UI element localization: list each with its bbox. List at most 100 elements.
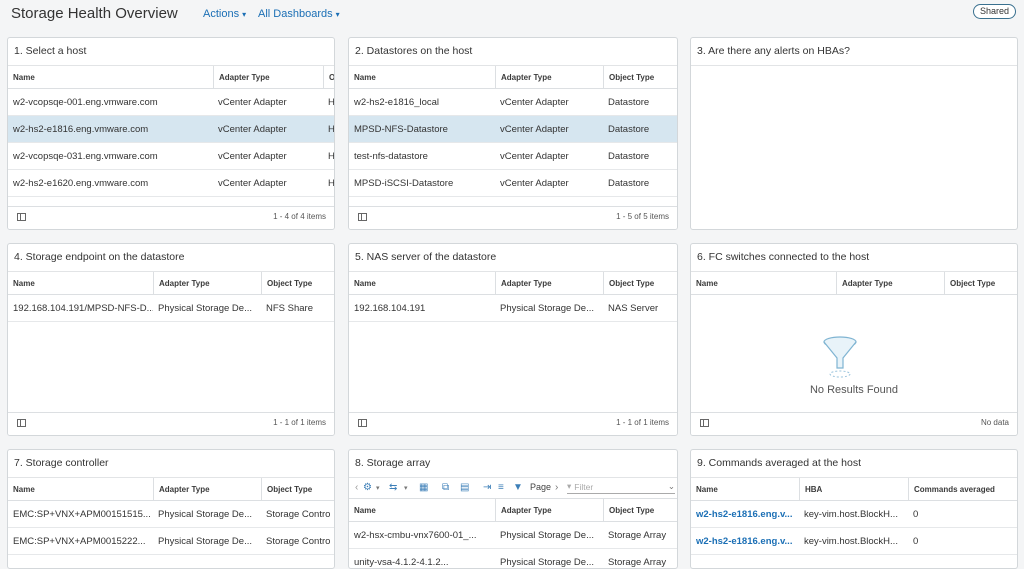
empty-state-text: No Results Found	[809, 384, 899, 396]
panel-storage-controller: 7. Storage controller Name Adapter Type …	[7, 449, 335, 569]
column-toggle-icon[interactable]	[17, 213, 26, 221]
table-row[interactable]: w2-hsx-cmbu-vnx7600-01_... Physical Stor…	[349, 522, 677, 549]
panel-storage-array: 8. Storage array ‹ ⚙ ▾ ⇆ ▾ ▦ ⧉ ▤ ⇥ ≡ ▼ P…	[348, 449, 678, 569]
column-header-adapter-type[interactable]: Adapter Type	[836, 272, 944, 294]
panel-commands-averaged: 9. Commands averaged at the host Name HB…	[690, 449, 1018, 569]
column-header-object-type[interactable]: Object Type	[261, 478, 334, 500]
column-header-object-type[interactable]: Object Type	[603, 272, 677, 294]
copy-icon[interactable]: ⧉	[442, 482, 449, 493]
chevron-down-icon[interactable]: ▾	[376, 484, 380, 492]
panel-hba-alerts: 3. Are there any alerts on HBAs?	[690, 37, 1018, 230]
table-row-selected[interactable]: MPSD-NFS-Datastore vCenter Adapter Datas…	[349, 116, 677, 143]
column-header-adapter-type[interactable]: Adapter Type	[495, 272, 603, 294]
cell-adapter-type: vCenter Adapter	[500, 150, 569, 162]
cell-adapter-type: vCenter Adapter	[500, 177, 569, 189]
chevron-left-icon[interactable]: ‹	[355, 482, 358, 493]
column-header-name[interactable]: Name	[8, 272, 153, 294]
panel-storage-endpoint: 4. Storage endpoint on the datastore Nam…	[7, 243, 335, 436]
cell-object-type: H	[328, 96, 335, 108]
table-row-selected[interactable]: w2-hs2-e1816.eng.vmware.com vCenter Adap…	[8, 116, 334, 143]
table-row[interactable]: w2-vcopsqe-031.eng.vmware.com vCenter Ad…	[8, 143, 334, 170]
dashboard-icon[interactable]: ▦	[419, 482, 428, 493]
cell-name: w2-hs2-e1816.eng.vmware.com	[13, 123, 149, 135]
controller-grid: Name Adapter Type Object Type EMC:SP+VNX…	[8, 478, 334, 555]
column-header-object-type[interactable]: Object Type	[944, 272, 1017, 294]
filter-icon[interactable]: ▼	[513, 482, 523, 493]
cell-name: w2-hs2-e1620.eng.vmware.com	[13, 177, 149, 189]
host-link[interactable]: w2-hs2-e1816.eng.v...	[691, 528, 799, 554]
chevron-down-icon[interactable]: ▾	[404, 484, 408, 492]
chevron-down-icon: ▾	[242, 10, 247, 19]
column-header-object-type[interactable]: Object Type	[261, 272, 334, 294]
panel-title: 2. Datastores on the host	[355, 45, 473, 57]
stack-icon[interactable]: ≡	[498, 482, 504, 493]
cell-commands-averaged: 0	[913, 508, 919, 520]
cell-adapter-type: vCenter Adapter	[218, 123, 287, 135]
column-header-adapter-type[interactable]: Adapter Type	[153, 272, 261, 294]
column-header-adapter-type[interactable]: Adapter Type	[213, 66, 323, 88]
cell-name: test-nfs-datastore	[354, 150, 428, 162]
table-row[interactable]: EMC:SP+VNX+APM0015222... Physical Storag…	[8, 528, 334, 555]
column-header-commands-averaged[interactable]: Commands averaged	[908, 478, 1017, 500]
column-header-hba[interactable]: HBA	[799, 478, 908, 500]
column-header-adapter-type[interactable]: Adapter Type	[495, 66, 603, 88]
cell-name: unity-vsa-4.1.2-4.1.2...	[354, 556, 449, 568]
column-header-object-type[interactable]: Object Type	[603, 66, 677, 88]
table-row[interactable]: w2-hs2-e1816_local vCenter Adapter Datas…	[349, 89, 677, 116]
column-header-name[interactable]: Name	[8, 66, 213, 88]
column-toggle-icon[interactable]	[358, 419, 367, 427]
column-header-name[interactable]: Name	[349, 499, 495, 521]
column-header-name[interactable]: Name	[8, 478, 153, 500]
cell-object-type: Datastore	[608, 177, 650, 189]
column-header-object-type[interactable]: O	[323, 66, 334, 88]
item-count: 1 - 1 of 1 items	[616, 418, 669, 427]
grid-header: Name Adapter Type Object Type	[349, 66, 677, 89]
table-row[interactable]: w2-vcopsqe-001.eng.vmware.com vCenter Ad…	[8, 89, 334, 116]
all-dashboards-menu[interactable]: All Dashboards ▾	[258, 8, 340, 20]
column-toggle-icon[interactable]	[17, 419, 26, 427]
column-header-name[interactable]: Name	[691, 272, 836, 294]
table-row[interactable]: unity-vsa-4.1.2-4.1.2... Physical Storag…	[349, 549, 677, 568]
grid-footer: 1 - 5 of 5 items	[349, 206, 677, 229]
list-icon[interactable]: ▤	[460, 482, 469, 493]
filter-input[interactable]: ▾ Filter ⌄	[567, 480, 675, 494]
table-row[interactable]: test-nfs-datastore vCenter Adapter Datas…	[349, 143, 677, 170]
cell-object-type: H	[328, 123, 335, 135]
column-header-adapter-type[interactable]: Adapter Type	[495, 499, 603, 521]
fc-switch-grid: Name Adapter Type Object Type	[691, 272, 1017, 295]
column-header-name[interactable]: Name	[349, 272, 495, 294]
cell-adapter-type: Physical Storage De...	[158, 302, 252, 314]
column-header-object-type[interactable]: Object Type	[603, 499, 677, 521]
table-row[interactable]: w2-hs2-e1816.eng.v... key-vim.host.Block…	[691, 501, 1017, 528]
grid-footer: No data	[691, 412, 1017, 435]
shared-badge[interactable]: Shared	[972, 4, 1016, 19]
column-toggle-icon[interactable]	[700, 419, 709, 427]
cell-object-type: H	[328, 150, 335, 162]
export-icon[interactable]: ⇥	[483, 482, 491, 493]
cell-object-type: Storage Array	[608, 556, 667, 568]
table-row[interactable]: w2-hs2-e1816.eng.v... key-vim.host.Block…	[691, 528, 1017, 555]
relationship-icon[interactable]: ⇆	[389, 482, 397, 493]
cell-name: EMC:SP+VNX+APM00151515...	[13, 508, 151, 520]
cell-hba: key-vim.host.BlockH...	[804, 508, 898, 520]
column-header-adapter-type[interactable]: Adapter Type	[153, 478, 261, 500]
column-toggle-icon[interactable]	[358, 213, 367, 221]
gear-icon[interactable]: ⚙	[363, 482, 372, 493]
actions-menu[interactable]: Actions ▾	[203, 8, 246, 20]
column-header-name[interactable]: Name	[691, 478, 799, 500]
panel-title: 1. Select a host	[14, 45, 87, 57]
nas-grid: Name Adapter Type Object Type 192.168.10…	[349, 272, 677, 322]
filter-icon: ▾	[567, 481, 572, 491]
grid-header: Name Adapter Type Object Type	[349, 272, 677, 295]
table-row[interactable]: MPSD-iSCSI-Datastore vCenter Adapter Dat…	[349, 170, 677, 197]
panel-title: 3. Are there any alerts on HBAs?	[697, 45, 850, 57]
cell-name: MPSD-iSCSI-Datastore	[354, 177, 454, 189]
host-link[interactable]: w2-hs2-e1816.eng.v...	[691, 501, 799, 527]
chevron-right-icon[interactable]: ›	[555, 482, 558, 493]
column-header-name[interactable]: Name	[349, 66, 495, 88]
table-row[interactable]: EMC:SP+VNX+APM00151515... Physical Stora…	[8, 501, 334, 528]
table-row[interactable]: 192.168.104.191/MPSD-NFS-D... Physical S…	[8, 295, 334, 322]
grid-header: Name Adapter Type Object Type	[8, 478, 334, 501]
table-row[interactable]: w2-hs2-e1620.eng.vmware.com vCenter Adap…	[8, 170, 334, 197]
table-row[interactable]: 192.168.104.191 Physical Storage De... N…	[349, 295, 677, 322]
